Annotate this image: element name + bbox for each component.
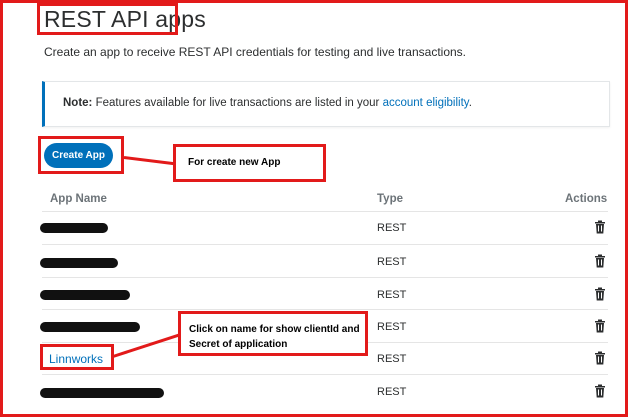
- create-app-highlight-box: [38, 136, 124, 174]
- trash-icon[interactable]: [594, 351, 606, 365]
- linnworks-highlight-box: [40, 344, 114, 370]
- row-type: REST: [377, 256, 407, 268]
- trash-icon[interactable]: [594, 254, 606, 268]
- page-subtitle: Create an app to receive REST API creden…: [44, 45, 467, 59]
- row-divider: [42, 244, 608, 245]
- redacted-app-name[interactable]: [40, 388, 164, 398]
- note-banner: Note: Features available for live transa…: [42, 81, 610, 127]
- row-type: REST: [377, 222, 407, 234]
- title-highlight-box: [37, 3, 178, 35]
- trash-icon[interactable]: [594, 319, 606, 333]
- row-type: REST: [377, 353, 407, 365]
- row-divider: [42, 277, 608, 278]
- create-callout: For create new App: [173, 144, 326, 182]
- row-type: REST: [377, 321, 407, 333]
- trash-icon[interactable]: [594, 220, 606, 234]
- column-header-app-name: App Name: [50, 193, 107, 205]
- redacted-app-name[interactable]: [40, 290, 130, 300]
- table-divider: [42, 211, 608, 212]
- row-divider: [42, 309, 608, 310]
- trash-icon[interactable]: [594, 287, 606, 301]
- note-period: .: [468, 97, 472, 109]
- click-callout-line2: Secret of application: [189, 339, 288, 350]
- redacted-app-name[interactable]: [40, 258, 118, 268]
- note-body: Features available for live transactions…: [92, 97, 383, 109]
- row-divider: [42, 374, 608, 375]
- column-header-type: Type: [377, 193, 403, 205]
- click-callout-line1: Click on name for show clientId and: [189, 324, 360, 335]
- click-name-callout: Click on name for show clientId and Secr…: [178, 311, 368, 356]
- account-eligibility-link[interactable]: account eligibility: [383, 97, 469, 109]
- note-label: Note:: [63, 97, 93, 109]
- redacted-app-name[interactable]: [40, 322, 140, 332]
- note-text: Note: Features available for live transa…: [63, 97, 472, 109]
- row-type: REST: [377, 289, 407, 301]
- trash-icon[interactable]: [594, 384, 606, 398]
- redacted-app-name[interactable]: [40, 223, 108, 233]
- column-header-actions: Actions: [565, 193, 608, 205]
- row-type: REST: [377, 386, 407, 398]
